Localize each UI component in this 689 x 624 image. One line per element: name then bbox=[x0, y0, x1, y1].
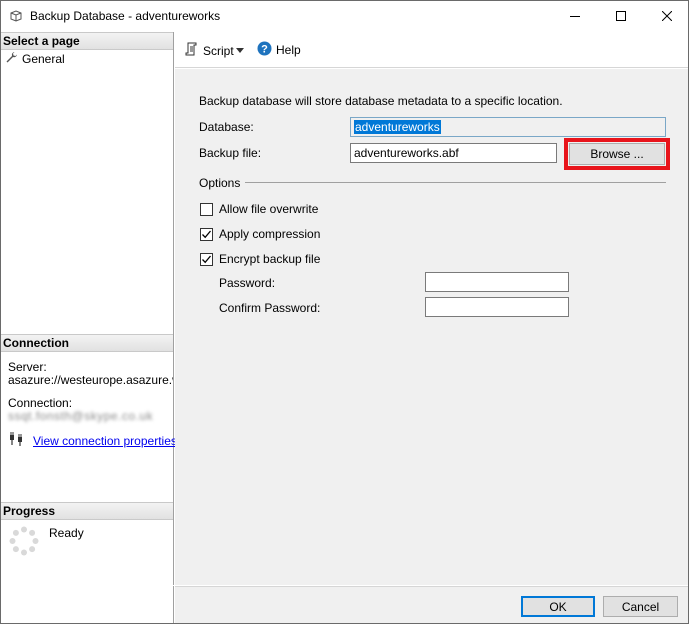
page-item-label: General bbox=[22, 52, 65, 66]
plug-icon bbox=[9, 432, 25, 449]
title-bar: Backup Database - adventureworks bbox=[1, 1, 688, 31]
cancel-button[interactable]: Cancel bbox=[603, 596, 678, 617]
password-label: Password: bbox=[219, 276, 276, 290]
help-button[interactable]: ? Help bbox=[254, 39, 304, 61]
database-icon bbox=[9, 9, 23, 23]
general-page-content: Backup database will store database meta… bbox=[175, 69, 688, 585]
dialog-footer: OK Cancel bbox=[175, 586, 688, 623]
checkmark-icon bbox=[200, 227, 213, 241]
chevron-down-icon bbox=[236, 48, 244, 53]
browse-button[interactable]: Browse ... bbox=[569, 143, 665, 165]
help-label: Help bbox=[276, 43, 301, 57]
view-connection-properties[interactable]: View connection properties bbox=[9, 432, 177, 449]
spinner-icon bbox=[9, 526, 39, 559]
progress-status-text: Ready bbox=[49, 526, 84, 540]
encrypt-backup-checkbox[interactable]: Encrypt backup file bbox=[200, 252, 320, 266]
svg-text:?: ? bbox=[261, 44, 268, 56]
encrypt-backup-label: Encrypt backup file bbox=[219, 252, 321, 266]
options-label: Options bbox=[199, 176, 241, 190]
apply-compression-checkbox[interactable]: Apply compression bbox=[200, 227, 320, 241]
description-text: Backup database will store database meta… bbox=[199, 94, 563, 108]
script-icon bbox=[185, 42, 199, 59]
toolbar: Script ? Help bbox=[175, 32, 688, 68]
minimize-button[interactable] bbox=[552, 1, 598, 31]
script-button[interactable]: Script bbox=[182, 40, 237, 61]
ok-button[interactable]: OK bbox=[521, 596, 595, 617]
close-button[interactable] bbox=[644, 1, 689, 31]
help-icon: ? bbox=[257, 41, 272, 59]
server-label: Server: bbox=[8, 360, 47, 374]
close-icon bbox=[662, 11, 672, 21]
maximize-icon bbox=[616, 11, 626, 21]
script-dropdown-button[interactable] bbox=[236, 43, 244, 57]
wrench-icon bbox=[5, 51, 18, 67]
password-field[interactable] bbox=[425, 272, 569, 292]
checkbox-box bbox=[200, 202, 213, 216]
allow-overwrite-checkbox[interactable]: Allow file overwrite bbox=[200, 202, 318, 216]
database-label: Database: bbox=[199, 120, 254, 134]
backup-file-label: Backup file: bbox=[199, 146, 262, 160]
connection-value: ssqt.fonsth@skype.co.uk bbox=[8, 409, 154, 423]
backup-database-dialog: Backup Database - adventureworks Select … bbox=[0, 0, 689, 624]
confirm-password-label: Confirm Password: bbox=[219, 301, 321, 315]
options-divider bbox=[245, 182, 666, 183]
progress-header: Progress bbox=[1, 502, 173, 520]
script-label: Script bbox=[203, 43, 234, 58]
left-pane-footer bbox=[1, 586, 174, 623]
server-value: asazure://westeurope.asazure.windows.net bbox=[8, 373, 173, 387]
minimize-icon bbox=[570, 16, 580, 17]
connection-header: Connection bbox=[1, 334, 173, 352]
apply-compression-label: Apply compression bbox=[219, 227, 321, 241]
page-item-general[interactable]: General bbox=[5, 51, 65, 67]
progress-status: Ready bbox=[9, 526, 84, 559]
database-field[interactable]: adventureworks bbox=[350, 117, 666, 137]
connection-label: Connection: bbox=[8, 396, 73, 410]
checkmark-icon bbox=[200, 252, 213, 266]
left-pane: Select a page General Connection Server:… bbox=[1, 32, 177, 585]
view-connection-properties-link[interactable]: View connection properties bbox=[33, 434, 177, 448]
allow-overwrite-label: Allow file overwrite bbox=[219, 202, 319, 216]
confirm-password-field[interactable] bbox=[425, 297, 569, 317]
window-title: Backup Database - adventureworks bbox=[30, 9, 221, 23]
select-page-header: Select a page bbox=[1, 32, 173, 50]
maximize-button[interactable] bbox=[598, 1, 644, 31]
database-value: adventureworks bbox=[354, 120, 441, 134]
backup-file-field[interactable]: adventureworks.abf bbox=[350, 143, 557, 163]
